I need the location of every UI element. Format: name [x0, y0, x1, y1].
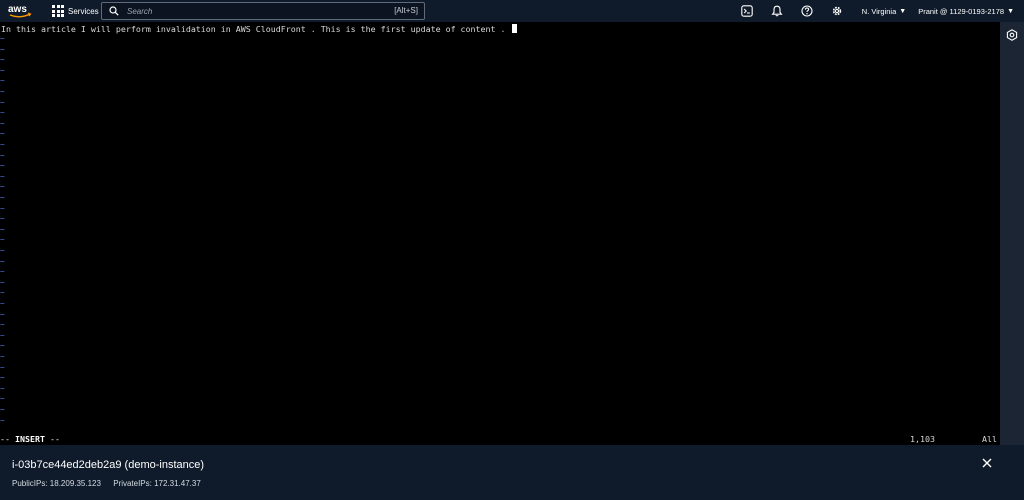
- empty-line-marker: ~: [0, 415, 5, 425]
- caret-down-icon: ▼: [899, 7, 907, 15]
- empty-line-marker: ~: [0, 288, 5, 298]
- services-menu-button[interactable]: Services: [46, 0, 105, 22]
- cursor-position: 1,103: [910, 434, 935, 444]
- scroll-indicator: All: [982, 434, 997, 444]
- empty-line-marker: ~: [0, 224, 5, 234]
- search-bar[interactable]: [Alt+S]: [101, 2, 425, 20]
- empty-line-marker: ~: [0, 193, 5, 202]
- empty-line-marker: ~: [0, 65, 5, 75]
- top-navigation-bar: aws Services [Alt+S] N. Virginia: [0, 0, 1024, 22]
- empty-line-marker: ~: [0, 352, 5, 361]
- empty-line-marker: ~: [0, 394, 5, 404]
- search-shortcut-hint: [Alt+S]: [394, 6, 418, 15]
- editor-mode-indicator: -- INSERT --: [0, 434, 60, 444]
- empty-line-marker: ~: [0, 246, 5, 255]
- empty-line-marker: ~: [0, 320, 5, 330]
- empty-line-marker: ~: [0, 34, 5, 43]
- empty-line-marker: ~: [0, 182, 5, 192]
- terminal-session[interactable]: In this article I will perform invalidat…: [0, 22, 1000, 445]
- public-ips: PublicIPs: 18.209.35.123: [12, 479, 101, 488]
- empty-line-marker: ~: [0, 341, 5, 351]
- account-label: Pranit @ 1129-0193-2178: [918, 6, 1005, 16]
- empty-line-marker: ~: [0, 150, 5, 160]
- empty-line-marker: ~: [0, 383, 5, 393]
- empty-line-marker: ~: [0, 55, 5, 65]
- empty-line-marker: ~: [0, 129, 5, 139]
- empty-line-marker: ~: [0, 235, 5, 245]
- instance-title: i-03b7ce44ed2deb2a9 (demo-instance): [12, 459, 205, 471]
- settings-gear-icon[interactable]: [829, 3, 845, 19]
- help-icon[interactable]: [799, 3, 815, 19]
- text-cursor: [511, 24, 517, 33]
- empty-line-marker: ~: [0, 97, 5, 107]
- empty-line-marker: ~: [0, 362, 5, 372]
- empty-line-marker: ~: [0, 140, 5, 149]
- region-label: N. Virginia: [861, 6, 897, 16]
- aws-logo-icon: aws: [8, 4, 32, 18]
- empty-line-marker: ~: [0, 87, 5, 96]
- services-label: Services: [68, 6, 99, 16]
- aws-logo[interactable]: aws: [0, 0, 40, 22]
- instance-info-panel: i-03b7ce44ed2deb2a9 (demo-instance) Publ…: [0, 445, 1024, 500]
- empty-line-marker: ~: [0, 203, 5, 213]
- empty-line-marker: ~: [0, 299, 5, 308]
- notifications-bell-icon[interactable]: [769, 3, 785, 19]
- empty-line-marker: ~: [0, 277, 5, 287]
- empty-line-marker: ~: [0, 171, 5, 181]
- empty-line-marker: ~: [0, 373, 5, 383]
- empty-line-marker: ~: [0, 309, 5, 319]
- empty-line-marker: ~: [0, 118, 5, 128]
- settings-panel-icon[interactable]: [1005, 28, 1019, 42]
- instance-ip-details: PublicIPs: 18.209.35.123 PrivateIPs: 172…: [12, 479, 211, 488]
- search-icon: [107, 4, 121, 18]
- empty-line-marker: ~: [0, 108, 5, 118]
- svg-text:aws: aws: [8, 4, 27, 15]
- empty-line-marker: ~: [0, 161, 5, 171]
- empty-line-marker: ~: [0, 214, 5, 224]
- right-side-rail: [1000, 22, 1024, 445]
- empty-line-marker: ~: [0, 44, 5, 54]
- close-icon[interactable]: [981, 457, 993, 469]
- cloudshell-icon[interactable]: [739, 3, 755, 19]
- account-menu[interactable]: Pranit @ 1129-0193-2178 ▼: [918, 7, 1014, 16]
- region-selector[interactable]: N. Virginia ▼: [862, 7, 906, 16]
- empty-line-marker: ~: [0, 76, 5, 86]
- empty-line-marker: ~: [0, 256, 5, 266]
- editor-text: In this article I will perform invalidat…: [1, 24, 511, 34]
- search-input[interactable]: [125, 5, 369, 17]
- apps-grid-icon: [52, 5, 64, 17]
- empty-line-marker: ~: [0, 330, 5, 340]
- empty-line-marker: ~: [0, 405, 5, 414]
- empty-line-marker: ~: [0, 267, 5, 277]
- private-ips: PrivateIPs: 172.31.47.37: [113, 479, 201, 488]
- editor-line-1: In this article I will perform invalidat…: [1, 24, 517, 34]
- caret-down-icon: ▼: [1007, 7, 1014, 15]
